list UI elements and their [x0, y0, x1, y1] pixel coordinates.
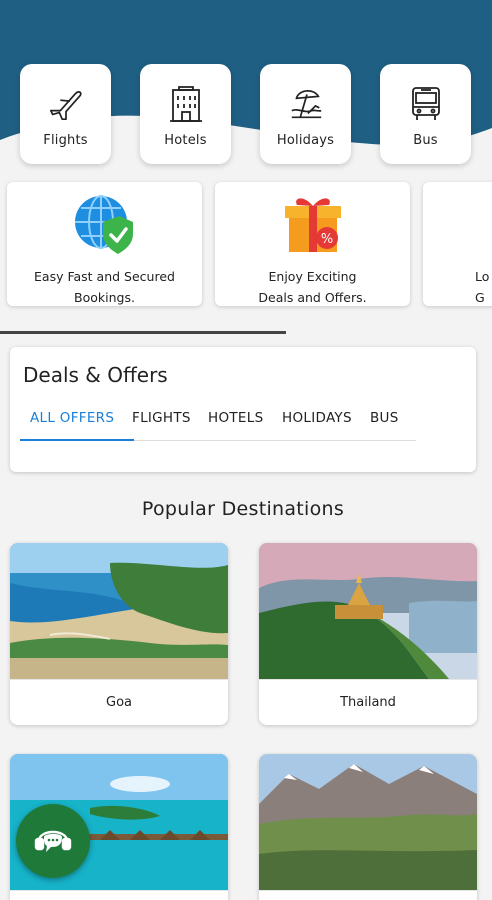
chat-support-icon	[31, 817, 75, 865]
svg-text:%: %	[320, 232, 332, 247]
feature-text: Enjoy Exciting Deals and Offers.	[258, 269, 367, 305]
destination-name	[259, 890, 477, 900]
airplane-icon	[46, 84, 86, 124]
destination-image-goa	[10, 543, 228, 679]
active-tab-indicator	[20, 439, 134, 441]
deals-tabs: ALL OFFERS FLIGHTS HOTELS HOLIDAYS BUS	[20, 407, 416, 441]
tab-holidays[interactable]: HOLIDAYS	[282, 410, 352, 426]
category-label: Holidays	[276, 133, 335, 148]
category-label: Flights	[43, 133, 88, 148]
feature-card-deals: % Enjoy Exciting Deals and Offers.	[215, 182, 410, 306]
destination-image-thailand	[259, 543, 477, 679]
feature-card-secure: Easy Fast and Secured Bookings.	[7, 182, 202, 306]
tab-bus[interactable]: BUS	[370, 410, 399, 426]
deals-card: Deals & Offers ALL OFFERS FLIGHTS HOTELS…	[10, 347, 476, 472]
feature-card-partial: Lo G	[423, 182, 492, 306]
tab-hotels[interactable]: HOTELS	[208, 410, 263, 426]
feature-text: Easy Fast and Secured Bookings.	[34, 269, 175, 305]
category-holidays[interactable]: Holidays	[260, 64, 351, 164]
gift-discount-icon: %	[281, 192, 345, 256]
category-hotels[interactable]: Hotels	[140, 64, 231, 164]
deals-title: Deals & Offers	[23, 363, 168, 387]
chat-support-button[interactable]	[16, 804, 90, 878]
popular-destinations-title: Popular Destinations	[141, 498, 345, 520]
destination-name: Thailand	[259, 679, 477, 725]
features-carousel[interactable]: Easy Fast and Secured Bookings. % Enjoy …	[0, 182, 492, 310]
destination-name: Goa	[10, 679, 228, 725]
secure-globe-icon	[73, 192, 137, 256]
category-bus[interactable]: Bus	[380, 64, 471, 164]
hotel-building-icon	[166, 84, 206, 124]
category-label: Bus	[413, 133, 438, 148]
category-flights[interactable]: Flights	[20, 64, 111, 164]
app-screen: Flights Hotels Holidays Bus Easy Fast an…	[0, 0, 492, 900]
destination-card-thailand[interactable]: Thailand	[259, 543, 477, 725]
destination-card-mountains[interactable]	[259, 754, 477, 900]
tab-all-offers[interactable]: ALL OFFERS	[30, 410, 114, 426]
feature-text: Lo G	[475, 269, 490, 305]
beach-umbrella-icon	[286, 84, 326, 124]
bus-icon	[406, 84, 446, 124]
category-label: Hotels	[164, 133, 207, 148]
destination-card-goa[interactable]: Goa	[10, 543, 228, 725]
destination-image-mountains	[259, 754, 477, 890]
carousel-scroll-indicator	[0, 331, 286, 334]
destination-name	[10, 890, 228, 900]
tab-flights[interactable]: FLIGHTS	[132, 410, 191, 426]
